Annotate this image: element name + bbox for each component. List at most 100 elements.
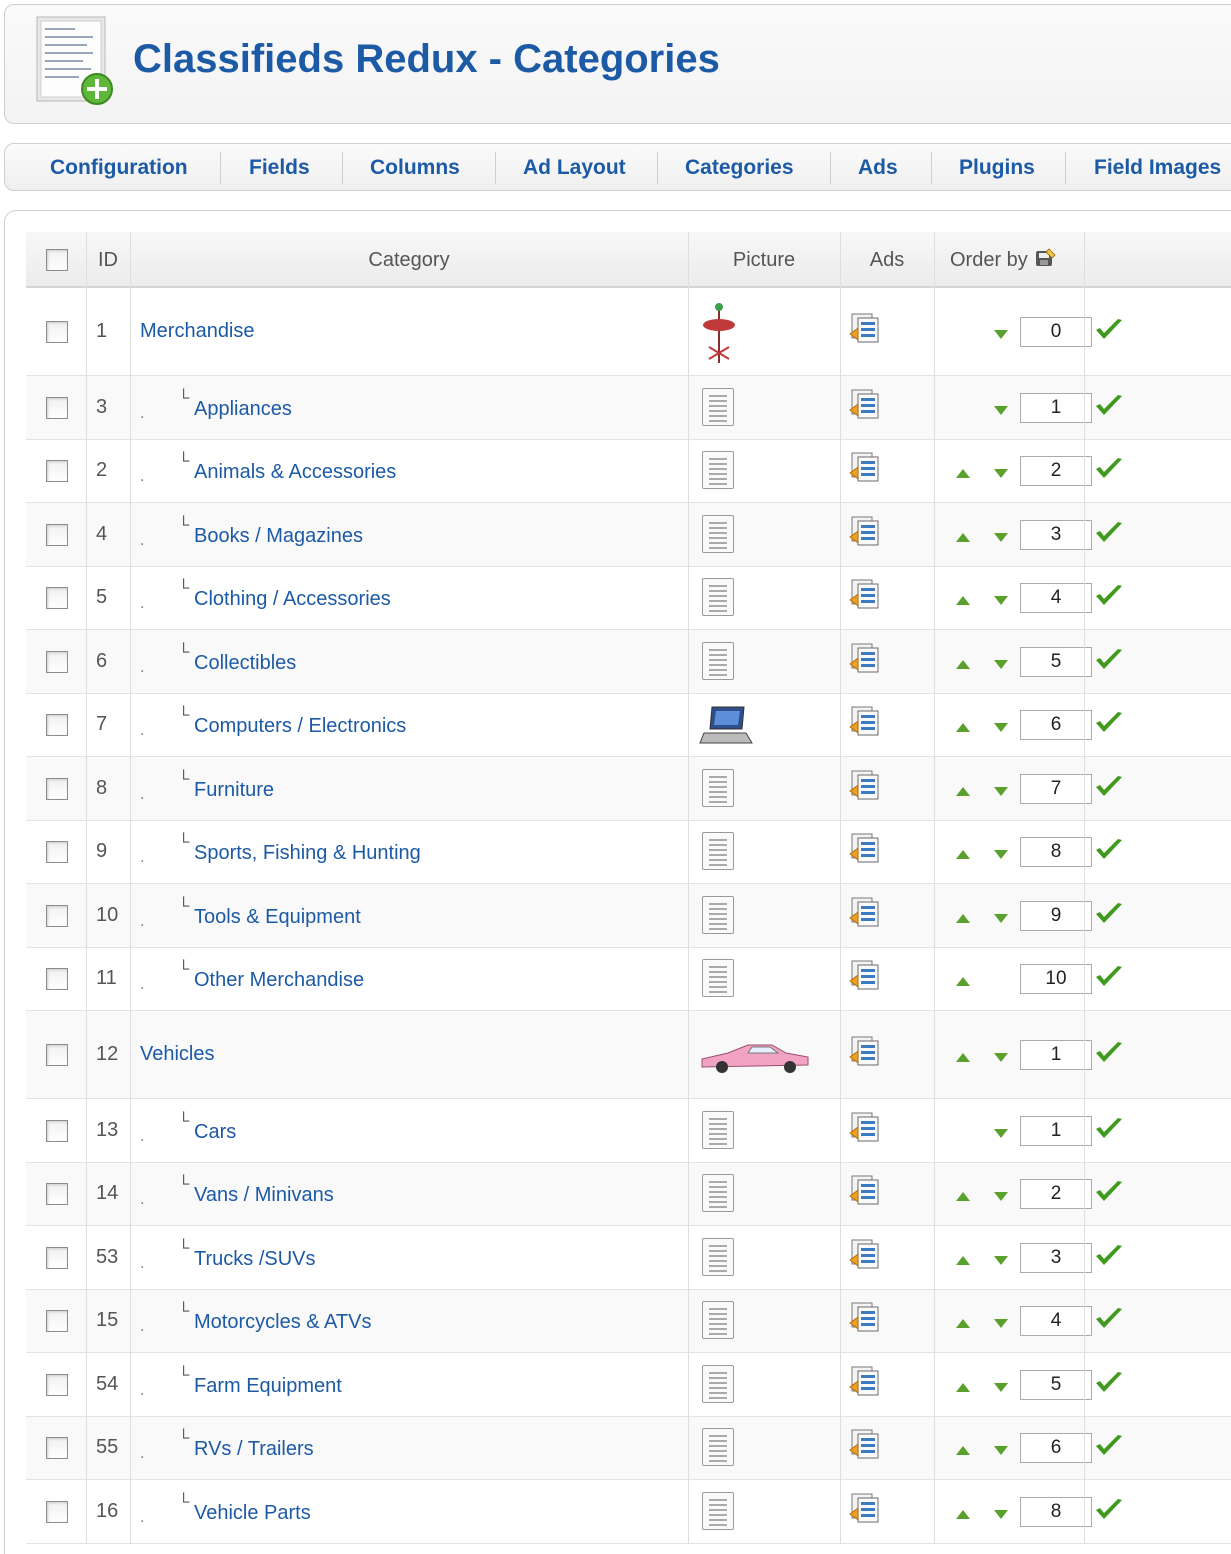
move-up-arrow-icon[interactable] [956,1382,970,1392]
published-check-icon[interactable] [1094,1370,1124,1396]
published-check-icon[interactable] [1094,647,1124,673]
subcategory-link[interactable]: Tools & Equipment [194,906,361,929]
row-checkbox[interactable] [46,968,68,991]
ads-icon[interactable] [848,578,882,610]
tab-field-images[interactable]: Field Images [1094,154,1221,182]
ads-icon[interactable] [848,832,882,864]
order-input[interactable]: 3 [1020,519,1092,550]
ads-icon[interactable] [848,515,882,547]
move-up-arrow-icon[interactable] [956,1509,970,1519]
subcategory-link[interactable]: Vans / Minivans [194,1184,334,1207]
move-up-arrow-icon[interactable] [956,532,970,542]
move-down-arrow-icon[interactable] [994,1053,1008,1062]
published-check-icon[interactable] [1094,964,1124,990]
move-up-arrow-icon[interactable] [956,913,970,923]
ads-icon[interactable] [848,1365,882,1397]
column-header-category[interactable]: Category [130,232,688,288]
category-link[interactable]: Vehicles [140,1043,215,1066]
row-checkbox[interactable] [46,1500,68,1523]
published-check-icon[interactable] [1094,520,1124,546]
row-checkbox[interactable] [46,1373,68,1396]
row-checkbox[interactable] [46,523,68,546]
row-checkbox[interactable] [46,1044,68,1066]
move-down-arrow-icon[interactable] [994,596,1008,606]
tab-ads[interactable]: Ads [858,154,898,182]
row-checkbox[interactable] [46,1183,68,1206]
order-input[interactable]: 4 [1020,1306,1092,1337]
order-input[interactable]: 6 [1020,1433,1092,1464]
order-input[interactable]: 4 [1020,583,1092,614]
ads-icon[interactable] [848,1238,882,1270]
ads-icon[interactable] [848,642,882,674]
move-down-arrow-icon[interactable] [994,723,1008,733]
tab-ad-layout[interactable]: Ad Layout [523,154,626,182]
move-down-arrow-icon[interactable] [994,1192,1008,1202]
move-up-arrow-icon[interactable] [956,723,970,733]
published-check-icon[interactable] [1094,1433,1124,1459]
row-checkbox[interactable] [46,396,68,419]
subcategory-link[interactable]: Trucks /SUVs [194,1248,316,1271]
order-input[interactable]: 0 [1020,317,1092,347]
row-checkbox[interactable] [46,460,68,483]
ads-icon[interactable] [848,388,882,420]
subcategory-link[interactable]: Vehicle Parts [194,1502,311,1525]
tab-fields[interactable]: Fields [249,154,310,182]
row-checkbox[interactable] [46,650,68,673]
ads-icon[interactable] [848,1035,882,1067]
order-input[interactable]: 1 [1020,392,1092,423]
ads-icon[interactable] [848,1174,882,1206]
tab-columns[interactable]: Columns [370,154,460,182]
order-input[interactable]: 8 [1020,837,1092,868]
move-up-arrow-icon[interactable] [956,1053,970,1062]
move-down-arrow-icon[interactable] [994,532,1008,542]
order-input[interactable]: 1 [1020,1115,1092,1146]
category-link[interactable]: Merchandise [140,320,255,343]
move-up-arrow-icon[interactable] [956,1192,970,1202]
subcategory-link[interactable]: RVs / Trailers [194,1438,314,1461]
row-checkbox[interactable] [46,1310,68,1333]
order-input[interactable]: 5 [1020,646,1092,677]
move-down-arrow-icon[interactable] [994,913,1008,923]
published-check-icon[interactable] [1094,1040,1124,1066]
move-down-arrow-icon[interactable] [994,659,1008,669]
subcategory-link[interactable]: Sports, Fishing & Hunting [194,842,421,865]
published-check-icon[interactable] [1094,583,1124,609]
order-input[interactable]: 9 [1020,900,1092,931]
subcategory-link[interactable]: Collectibles [194,652,296,675]
move-down-arrow-icon[interactable] [994,1255,1008,1265]
published-check-icon[interactable] [1094,1116,1124,1142]
subcategory-link[interactable]: Books / Magazines [194,525,363,548]
move-up-arrow-icon[interactable] [956,1446,970,1456]
select-all-checkbox[interactable] [46,249,68,271]
subcategory-link[interactable]: Clothing / Accessories [194,588,391,611]
move-up-arrow-icon[interactable] [956,469,970,479]
ads-icon[interactable] [848,451,882,483]
row-checkbox[interactable] [46,587,68,610]
tab-plugins[interactable]: Plugins [959,154,1035,182]
subcategory-link[interactable]: Other Merchandise [194,969,364,992]
published-check-icon[interactable] [1094,710,1124,736]
tab-configuration[interactable]: Configuration [50,154,188,182]
move-down-arrow-icon[interactable] [994,786,1008,796]
move-up-arrow-icon[interactable] [956,659,970,669]
row-checkbox[interactable] [46,1246,68,1269]
tab-categories[interactable]: Categories [685,154,794,182]
subcategory-link[interactable]: Furniture [194,779,274,802]
order-input[interactable]: 3 [1020,1242,1092,1273]
subcategory-link[interactable]: Farm Equipment [194,1375,342,1398]
move-down-arrow-icon[interactable] [994,850,1008,860]
ads-icon[interactable] [848,312,882,344]
move-up-arrow-icon[interactable] [956,596,970,606]
row-checkbox[interactable] [46,777,68,800]
row-checkbox[interactable] [46,841,68,864]
published-check-icon[interactable] [1094,317,1124,343]
order-input[interactable]: 5 [1020,1369,1092,1400]
published-check-icon[interactable] [1094,1179,1124,1205]
row-checkbox[interactable] [46,904,68,927]
subcategory-link[interactable]: Appliances [194,398,292,421]
move-down-arrow-icon[interactable] [994,1128,1008,1138]
order-input[interactable]: 2 [1020,456,1092,487]
ads-icon[interactable] [848,896,882,928]
subcategory-link[interactable]: Animals & Accessories [194,461,396,484]
ads-icon[interactable] [848,705,882,737]
